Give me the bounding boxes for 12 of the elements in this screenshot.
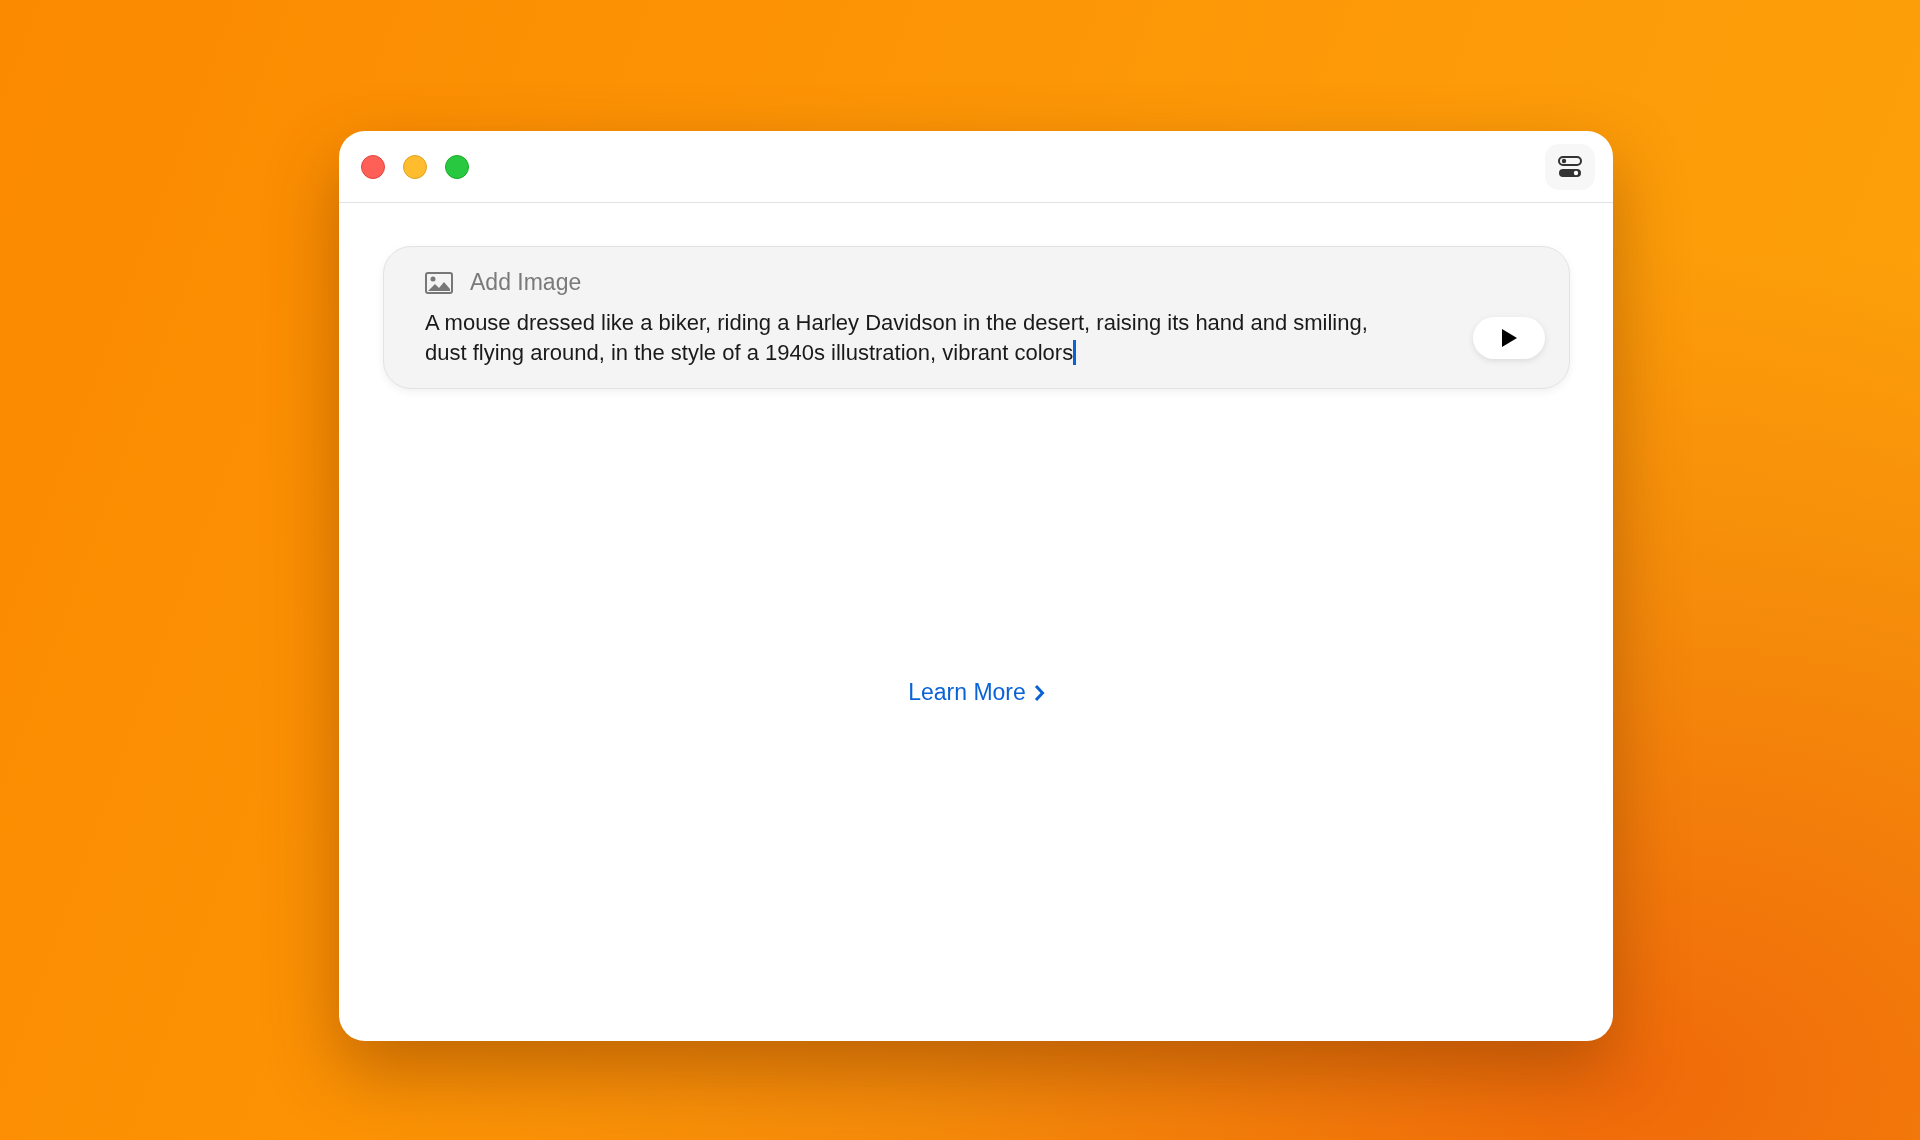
minimize-button[interactable]	[403, 154, 427, 179]
learn-more-link[interactable]: Learn More	[908, 679, 1045, 706]
play-icon	[1500, 328, 1518, 348]
prompt-field[interactable]: A mouse dressed like a biker, riding a Harley Davidson in the desert, raising its hand and smiling, dust flying around, in the style of a 1940s illustration, vibrant colors	[425, 308, 1405, 368]
add-image-button[interactable]: Add Image	[425, 269, 582, 296]
settings-button[interactable]	[1545, 143, 1595, 190]
image-icon	[425, 271, 453, 294]
zoom-button[interactable]	[445, 154, 469, 179]
chevron-right-icon	[1033, 683, 1045, 702]
toggles-icon	[1558, 155, 1582, 178]
generate-button[interactable]	[1473, 317, 1545, 359]
close-button[interactable]	[361, 154, 385, 179]
